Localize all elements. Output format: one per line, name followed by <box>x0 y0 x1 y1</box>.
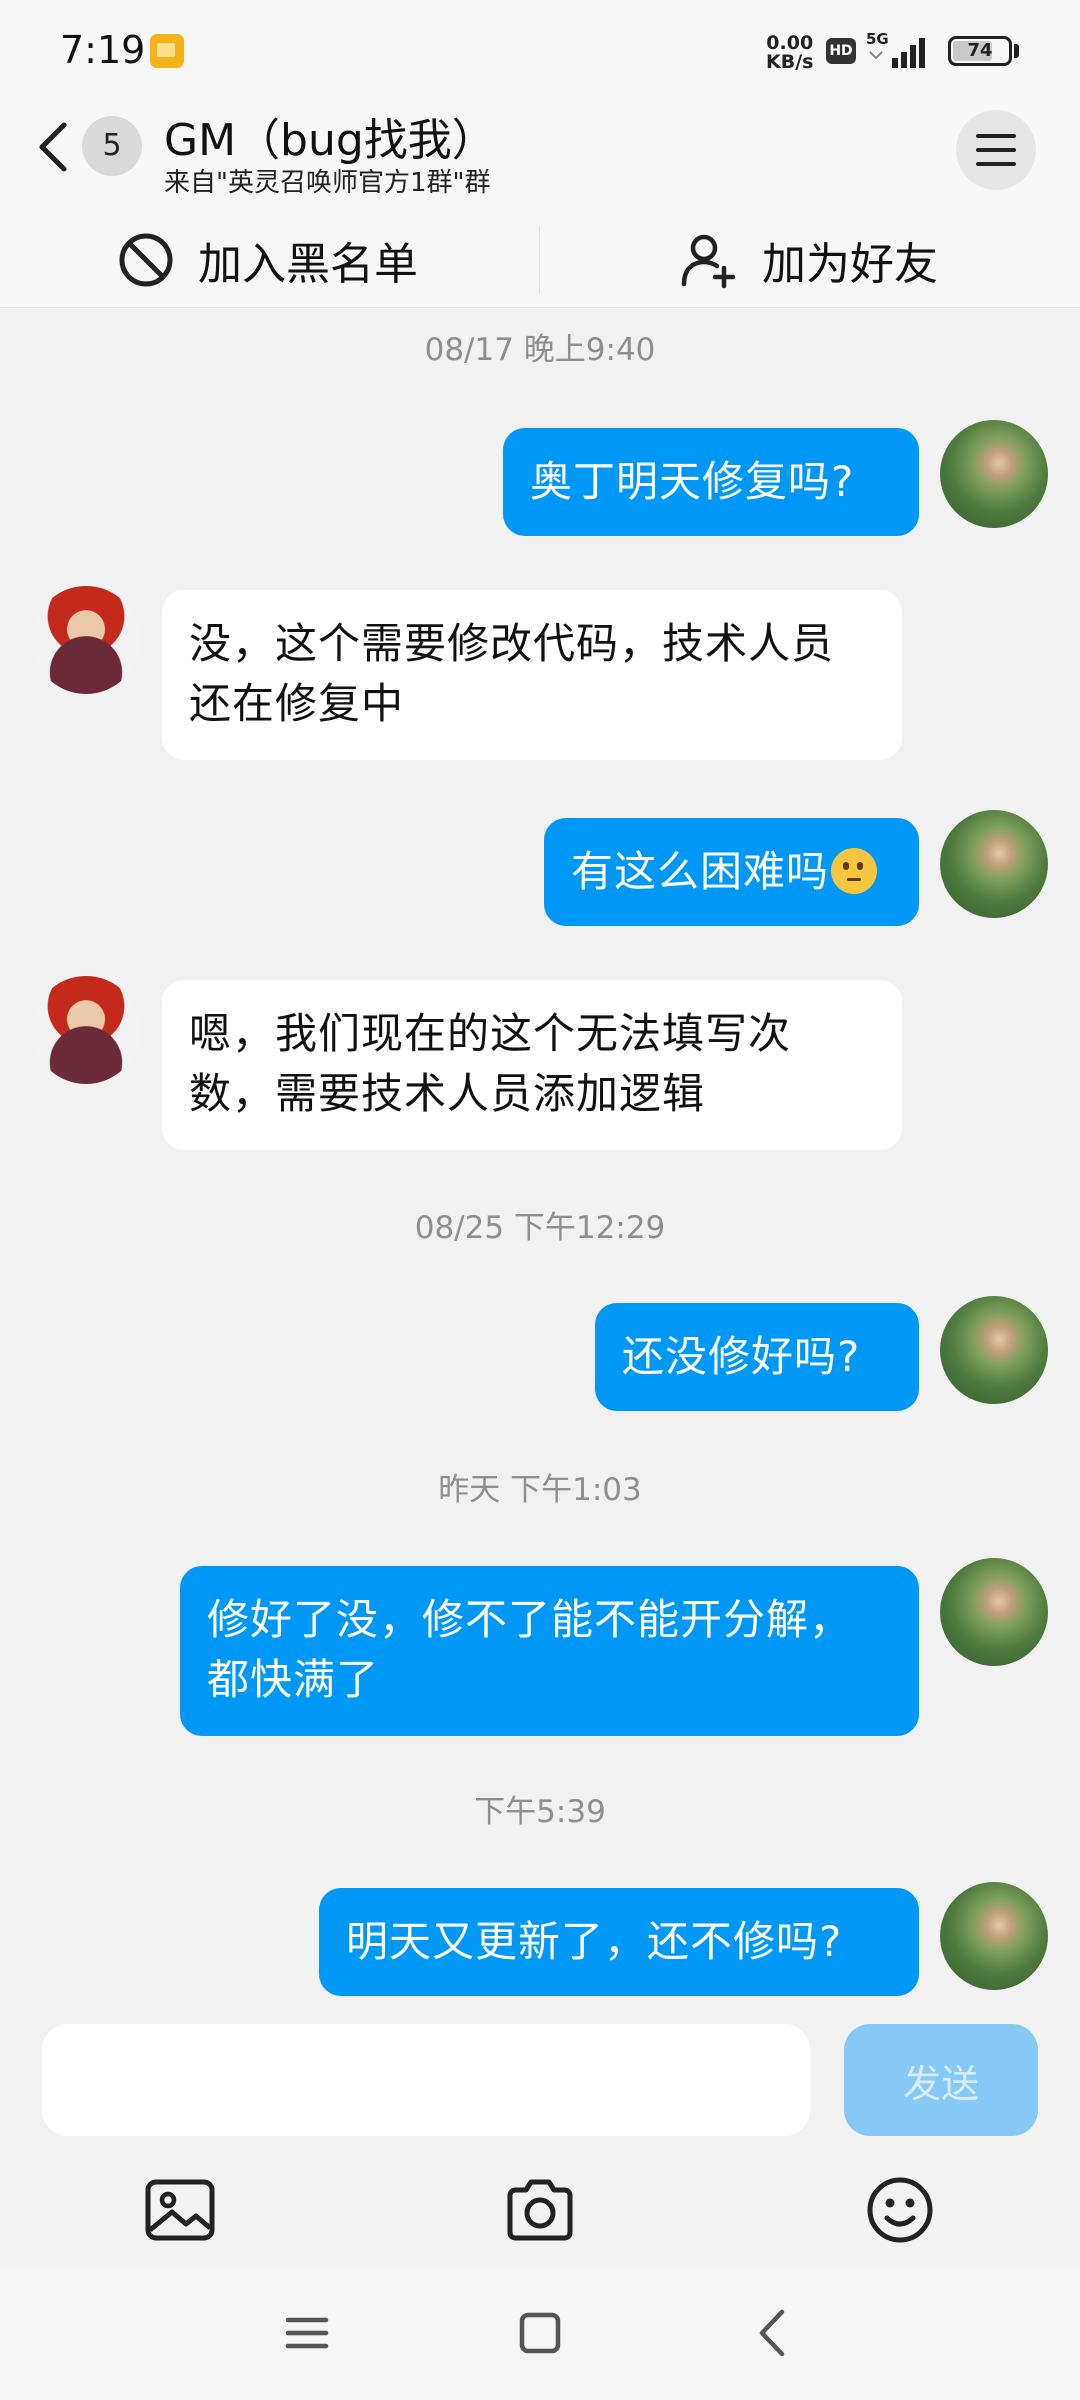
my-avatar[interactable] <box>940 810 1048 918</box>
gm-avatar[interactable] <box>32 976 140 1084</box>
message-text-line: 修好了没，修不了能不能开分解， <box>207 1595 853 1644</box>
menu-button[interactable] <box>956 110 1036 190</box>
block-label: 加入黑名单 <box>198 239 418 290</box>
action-bar: 加入黑名单 加为好友 <box>0 212 1080 308</box>
gm-avatar[interactable] <box>32 586 140 694</box>
incoming-message[interactable]: 没，这个需要修改代码，技术人员 还在修复中 <box>162 590 902 760</box>
my-avatar[interactable] <box>940 1296 1048 1404</box>
input-bar: 发送 <box>0 2008 1080 2150</box>
battery-level: 74 <box>967 40 993 61</box>
back-button[interactable] <box>30 115 80 179</box>
camera-icon[interactable] <box>500 2170 580 2250</box>
my-avatar[interactable] <box>940 1558 1048 1666</box>
network-speed-unit: KB/s <box>766 51 814 73</box>
my-avatar[interactable] <box>940 420 1048 528</box>
chat-title: GM（bug找我） <box>164 115 496 166</box>
outgoing-message[interactable]: 有这么困难吗 <box>544 818 919 926</box>
send-button[interactable]: 发送 <box>844 2024 1038 2136</box>
outgoing-message[interactable]: 明天又更新了，还不修吗? <box>319 1888 919 1996</box>
unread-count-badge[interactable]: 5 <box>82 116 142 176</box>
status-time: 7:19 <box>60 28 146 72</box>
chat-message-list[interactable]: 08/17 晚上9:40 奥丁明天修复吗? 没，这个需要修改代码，技术人员 还在… <box>0 308 1080 2008</box>
status-bar: 7:19 0.00 KB/s HD 5G 74 <box>0 0 1080 100</box>
network-type: 5G <box>866 30 889 48</box>
battery-tip <box>1014 44 1019 58</box>
outgoing-message[interactable]: 还没修好吗? <box>595 1303 919 1411</box>
chat-subtitle: 来自"英灵召唤师官方1群"群 <box>164 168 491 198</box>
chevron-left-icon <box>39 122 67 172</box>
input-toolbar <box>0 2150 1080 2268</box>
network-speed: 0.00 KB/s <box>766 34 813 72</box>
image-icon[interactable] <box>140 2170 220 2250</box>
my-avatar[interactable] <box>940 1882 1048 1990</box>
battery-icon: 74 <box>948 36 1012 66</box>
message-text-line: 还在修复中 <box>189 679 405 728</box>
add-friend-label: 加为好友 <box>762 239 938 290</box>
chat-header: 5 GM（bug找我） 来自"英灵召唤师官方1群"群 <box>0 100 1080 212</box>
hamburger-menu-icon <box>976 134 1016 138</box>
message-text: 奥丁明天修复吗? <box>530 457 855 506</box>
message-text-line: 嗯，我们现在的这个无法填写次 <box>189 1009 792 1058</box>
block-icon <box>119 233 173 287</box>
message-timestamp: 昨天 下午1:03 <box>438 1472 642 1508</box>
message-text: 有这么困难吗 <box>571 847 830 896</box>
add-friend-button[interactable]: 加为好友 <box>680 212 938 308</box>
message-text: 还没修好吗? <box>622 1332 861 1381</box>
home-icon[interactable] <box>505 2298 575 2368</box>
system-nav-bar <box>0 2268 1080 2400</box>
emoji-smile-icon[interactable] <box>860 2170 940 2250</box>
thinking-face-emoji <box>831 848 878 894</box>
incoming-message[interactable]: 嗯，我们现在的这个无法填写次 数，需要技术人员添加逻辑 <box>162 980 902 1150</box>
signal-icon: 5G <box>866 30 925 68</box>
outgoing-message[interactable]: 修好了没，修不了能不能开分解， 都快满了 <box>180 1566 919 1736</box>
block-button[interactable]: 加入黑名单 <box>116 212 418 308</box>
outgoing-message[interactable]: 奥丁明天修复吗? <box>503 428 919 536</box>
message-text-line: 都快满了 <box>207 1655 380 1704</box>
add-user-icon <box>681 234 736 289</box>
message-timestamp: 08/25 下午12:29 <box>414 1210 666 1246</box>
message-timestamp: 08/17 晚上9:40 <box>424 332 656 368</box>
message-input[interactable] <box>42 2024 810 2136</box>
message-text-line: 数，需要技术人员添加逻辑 <box>189 1069 706 1118</box>
recent-apps-icon[interactable] <box>272 2298 342 2368</box>
message-timestamp: 下午5:39 <box>474 1794 606 1830</box>
back-icon[interactable] <box>738 2298 808 2368</box>
hd-badge: HD <box>826 38 856 64</box>
notification-app-icon <box>150 34 184 68</box>
action-divider <box>539 226 540 294</box>
message-text-line: 没，这个需要修改代码，技术人员 <box>189 619 835 668</box>
message-text: 明天又更新了，还不修吗? <box>346 1917 843 1966</box>
